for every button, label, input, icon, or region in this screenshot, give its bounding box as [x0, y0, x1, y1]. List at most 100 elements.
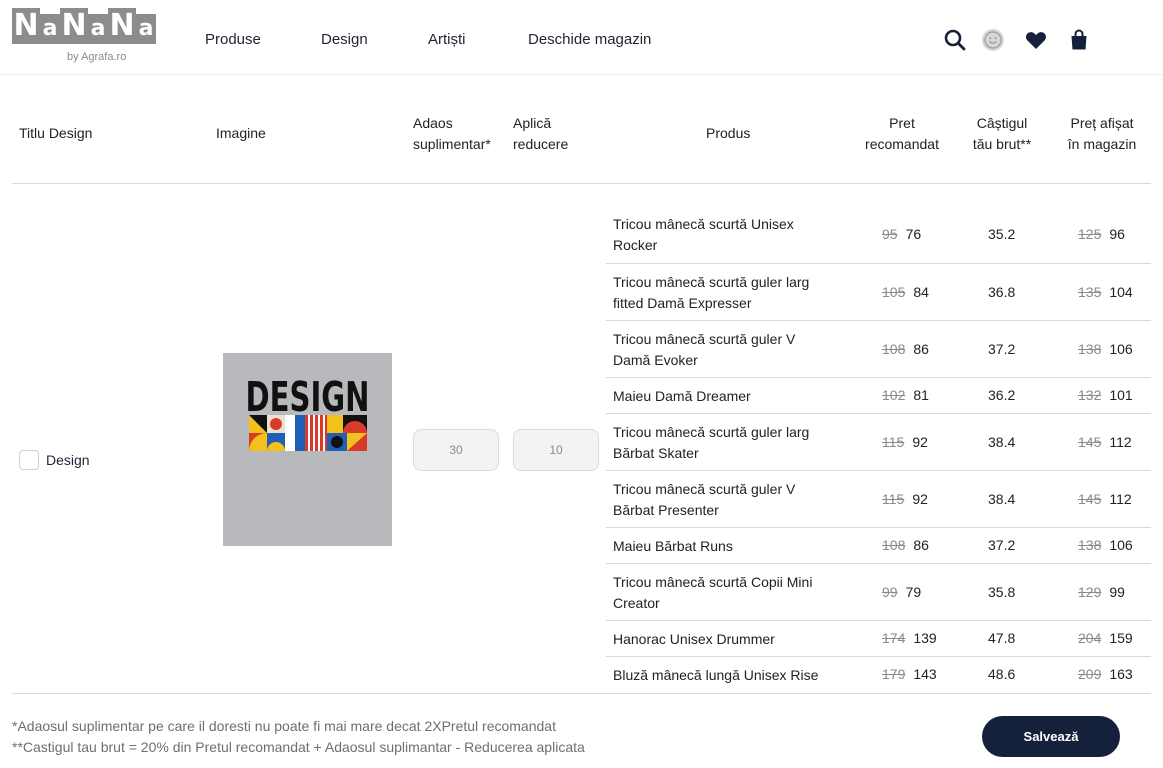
product-name: Tricou mânecă scurtă Copii Mini Creator — [613, 573, 813, 611]
shop-old-price: 132 — [1078, 387, 1102, 403]
smiley-avatar-icon[interactable] — [981, 28, 1005, 52]
col-header-earnings: Câștigul tău brut** — [972, 115, 1032, 152]
recommended-new-price: 92 — [912, 433, 928, 450]
design-image: DESIGN — [223, 353, 392, 546]
discount-input[interactable]: 10 — [513, 429, 599, 471]
recommended-new-price: 139 — [913, 630, 937, 646]
shop-price: 138 106 — [1078, 537, 1133, 553]
shop-new-price: 101 — [1109, 387, 1133, 403]
product-row: Tricou mânecă scurtă guler larg Bărbat S… — [606, 414, 1151, 471]
recommended-price: 108 86 — [882, 341, 929, 357]
shop-new-price: 99 — [1109, 583, 1125, 600]
shop-new-price: 104 — [1109, 283, 1133, 300]
recommended-new-price: 79 — [905, 583, 922, 600]
shop-price: 145 112 — [1078, 434, 1132, 450]
recommended-old-price: 174 — [882, 630, 906, 646]
shop-price: 204 159 — [1078, 630, 1133, 646]
shop-old-price: 209 — [1078, 666, 1102, 682]
search-icon[interactable] — [943, 28, 967, 52]
product-row: Tricou mânecă scurtă guler V Damă Evoker… — [606, 321, 1151, 378]
product-row: Bluză mânecă lungă Unisex Rise 179 143 48.6… — [606, 657, 1151, 693]
shop-price: 132 101 — [1078, 387, 1133, 403]
recommended-old-price: 108 — [882, 537, 906, 553]
product-name: Tricou mânecă scurtă Unisex Rocker — [613, 216, 794, 253]
nav-deschide-magazin[interactable]: Deschide magazin — [528, 31, 651, 48]
recommended-old-price: 115 — [882, 490, 905, 507]
product-row: Maieu Damă Dreamer 102 81 36.2 132 101 — [606, 378, 1151, 414]
product-row: Maieu Bărbat Runs 108 86 37.2 138 106 — [606, 528, 1151, 564]
design-checkbox[interactable] — [19, 450, 39, 470]
product-name: Tricou mânecă scurtă guler larg fitted D… — [613, 273, 810, 311]
table-bottom-divider — [12, 693, 1151, 694]
recommended-price: 102 81 — [882, 387, 929, 403]
gross-earnings: 38.4 — [988, 433, 1016, 450]
nav-produse[interactable]: Produse — [205, 31, 261, 48]
recommended-old-price: 99 — [882, 583, 898, 600]
logo-wordmark: NaNaNa — [12, 8, 156, 44]
site-header: NaNaNa by Agrafa.ro Produse Design Artiș… — [0, 0, 1163, 75]
product-name: Maieu Damă Dreamer — [613, 387, 751, 404]
recommended-price: 108 86 — [882, 537, 929, 553]
gross-earnings: 38.4 — [988, 490, 1016, 507]
shop-old-price: 135 — [1078, 283, 1102, 300]
logo-subtitle: by Agrafa.ro — [67, 51, 127, 63]
recommended-new-price: 76 — [905, 226, 922, 242]
gross-earnings: 37.2 — [988, 340, 1016, 357]
recommended-old-price: 179 — [882, 666, 906, 682]
recommended-price: 95 76 — [882, 226, 921, 242]
shop-new-price: 96 — [1109, 226, 1125, 242]
shop-new-price: 106 — [1109, 537, 1133, 553]
shop-old-price: 125 — [1078, 226, 1102, 242]
extra-margin-input[interactable]: 30 — [413, 429, 499, 471]
recommended-price: 174 139 — [882, 630, 937, 646]
recommended-new-price: 86 — [913, 537, 929, 553]
recommended-price: 179 143 — [882, 666, 937, 682]
design-image-text: DESIGN — [246, 373, 370, 421]
logo-letter: N — [12, 8, 40, 44]
recommended-old-price: 115 — [882, 433, 905, 450]
save-button[interactable]: Salvează — [982, 716, 1120, 757]
shop-old-price: 138 — [1078, 340, 1102, 357]
shopping-bag-icon[interactable] — [1067, 28, 1091, 52]
col-header-discount: Aplică reducere — [513, 115, 569, 152]
shop-old-price: 138 — [1078, 537, 1102, 553]
shop-old-price: 204 — [1078, 630, 1102, 646]
gross-earnings: 48.6 — [988, 666, 1016, 682]
product-row: Tricou mânecă scurtă Unisex Rocker 95 76 35… — [606, 206, 1151, 264]
nav-artisti[interactable]: Artiști — [428, 31, 466, 48]
nanana-logo[interactable]: NaNaNa by Agrafa.ro — [12, 8, 156, 66]
col-header-title: Titlu Design — [19, 125, 93, 141]
product-row: Tricou mânecă scurtă Copii Mini Creator 9… — [606, 564, 1151, 621]
recommended-new-price: 86 — [913, 340, 929, 357]
recommended-old-price: 105 — [882, 283, 906, 300]
recommended-price: 115 92 — [882, 491, 928, 507]
design-title: Design — [46, 452, 90, 468]
logo-letter: N — [108, 8, 136, 44]
product-name: Bluză mânecă lungă Unisex Rise — [613, 666, 819, 683]
shop-price: 138 106 — [1078, 341, 1133, 357]
shop-price: 145 112 — [1078, 491, 1132, 507]
recommended-old-price: 95 — [882, 226, 898, 242]
gross-earnings: 47.8 — [988, 630, 1016, 646]
recommended-new-price: 143 — [913, 666, 937, 682]
recommended-price: 99 79 — [882, 584, 921, 600]
gross-earnings: 35.8 — [988, 583, 1016, 600]
shop-price: 125 96 — [1078, 226, 1125, 242]
gross-earnings: 35.2 — [988, 226, 1016, 242]
col-header-extra: Adaos suplimentar* — [413, 115, 491, 152]
gross-earnings: 36.2 — [988, 387, 1016, 403]
heart-icon[interactable] — [1024, 28, 1048, 52]
shop-new-price: 106 — [1109, 340, 1133, 357]
shop-new-price: 163 — [1109, 666, 1133, 682]
nav-design[interactable]: Design — [321, 31, 368, 48]
shop-price: 209 163 — [1078, 666, 1133, 682]
shop-price: 129 99 — [1078, 584, 1125, 600]
shop-old-price: 145 — [1078, 433, 1102, 450]
product-name: Maieu Bărbat Runs — [613, 537, 733, 554]
header-divider — [12, 183, 1151, 184]
col-header-product: Produs — [706, 125, 751, 141]
product-name: Tricou mânecă scurtă guler V Damă Evoker — [613, 330, 796, 368]
recommended-price: 105 84 — [882, 284, 929, 300]
shop-old-price: 129 — [1078, 583, 1102, 600]
product-row: Hanorac Unisex Drummer 174 139 47.8 204 159 — [606, 621, 1151, 657]
